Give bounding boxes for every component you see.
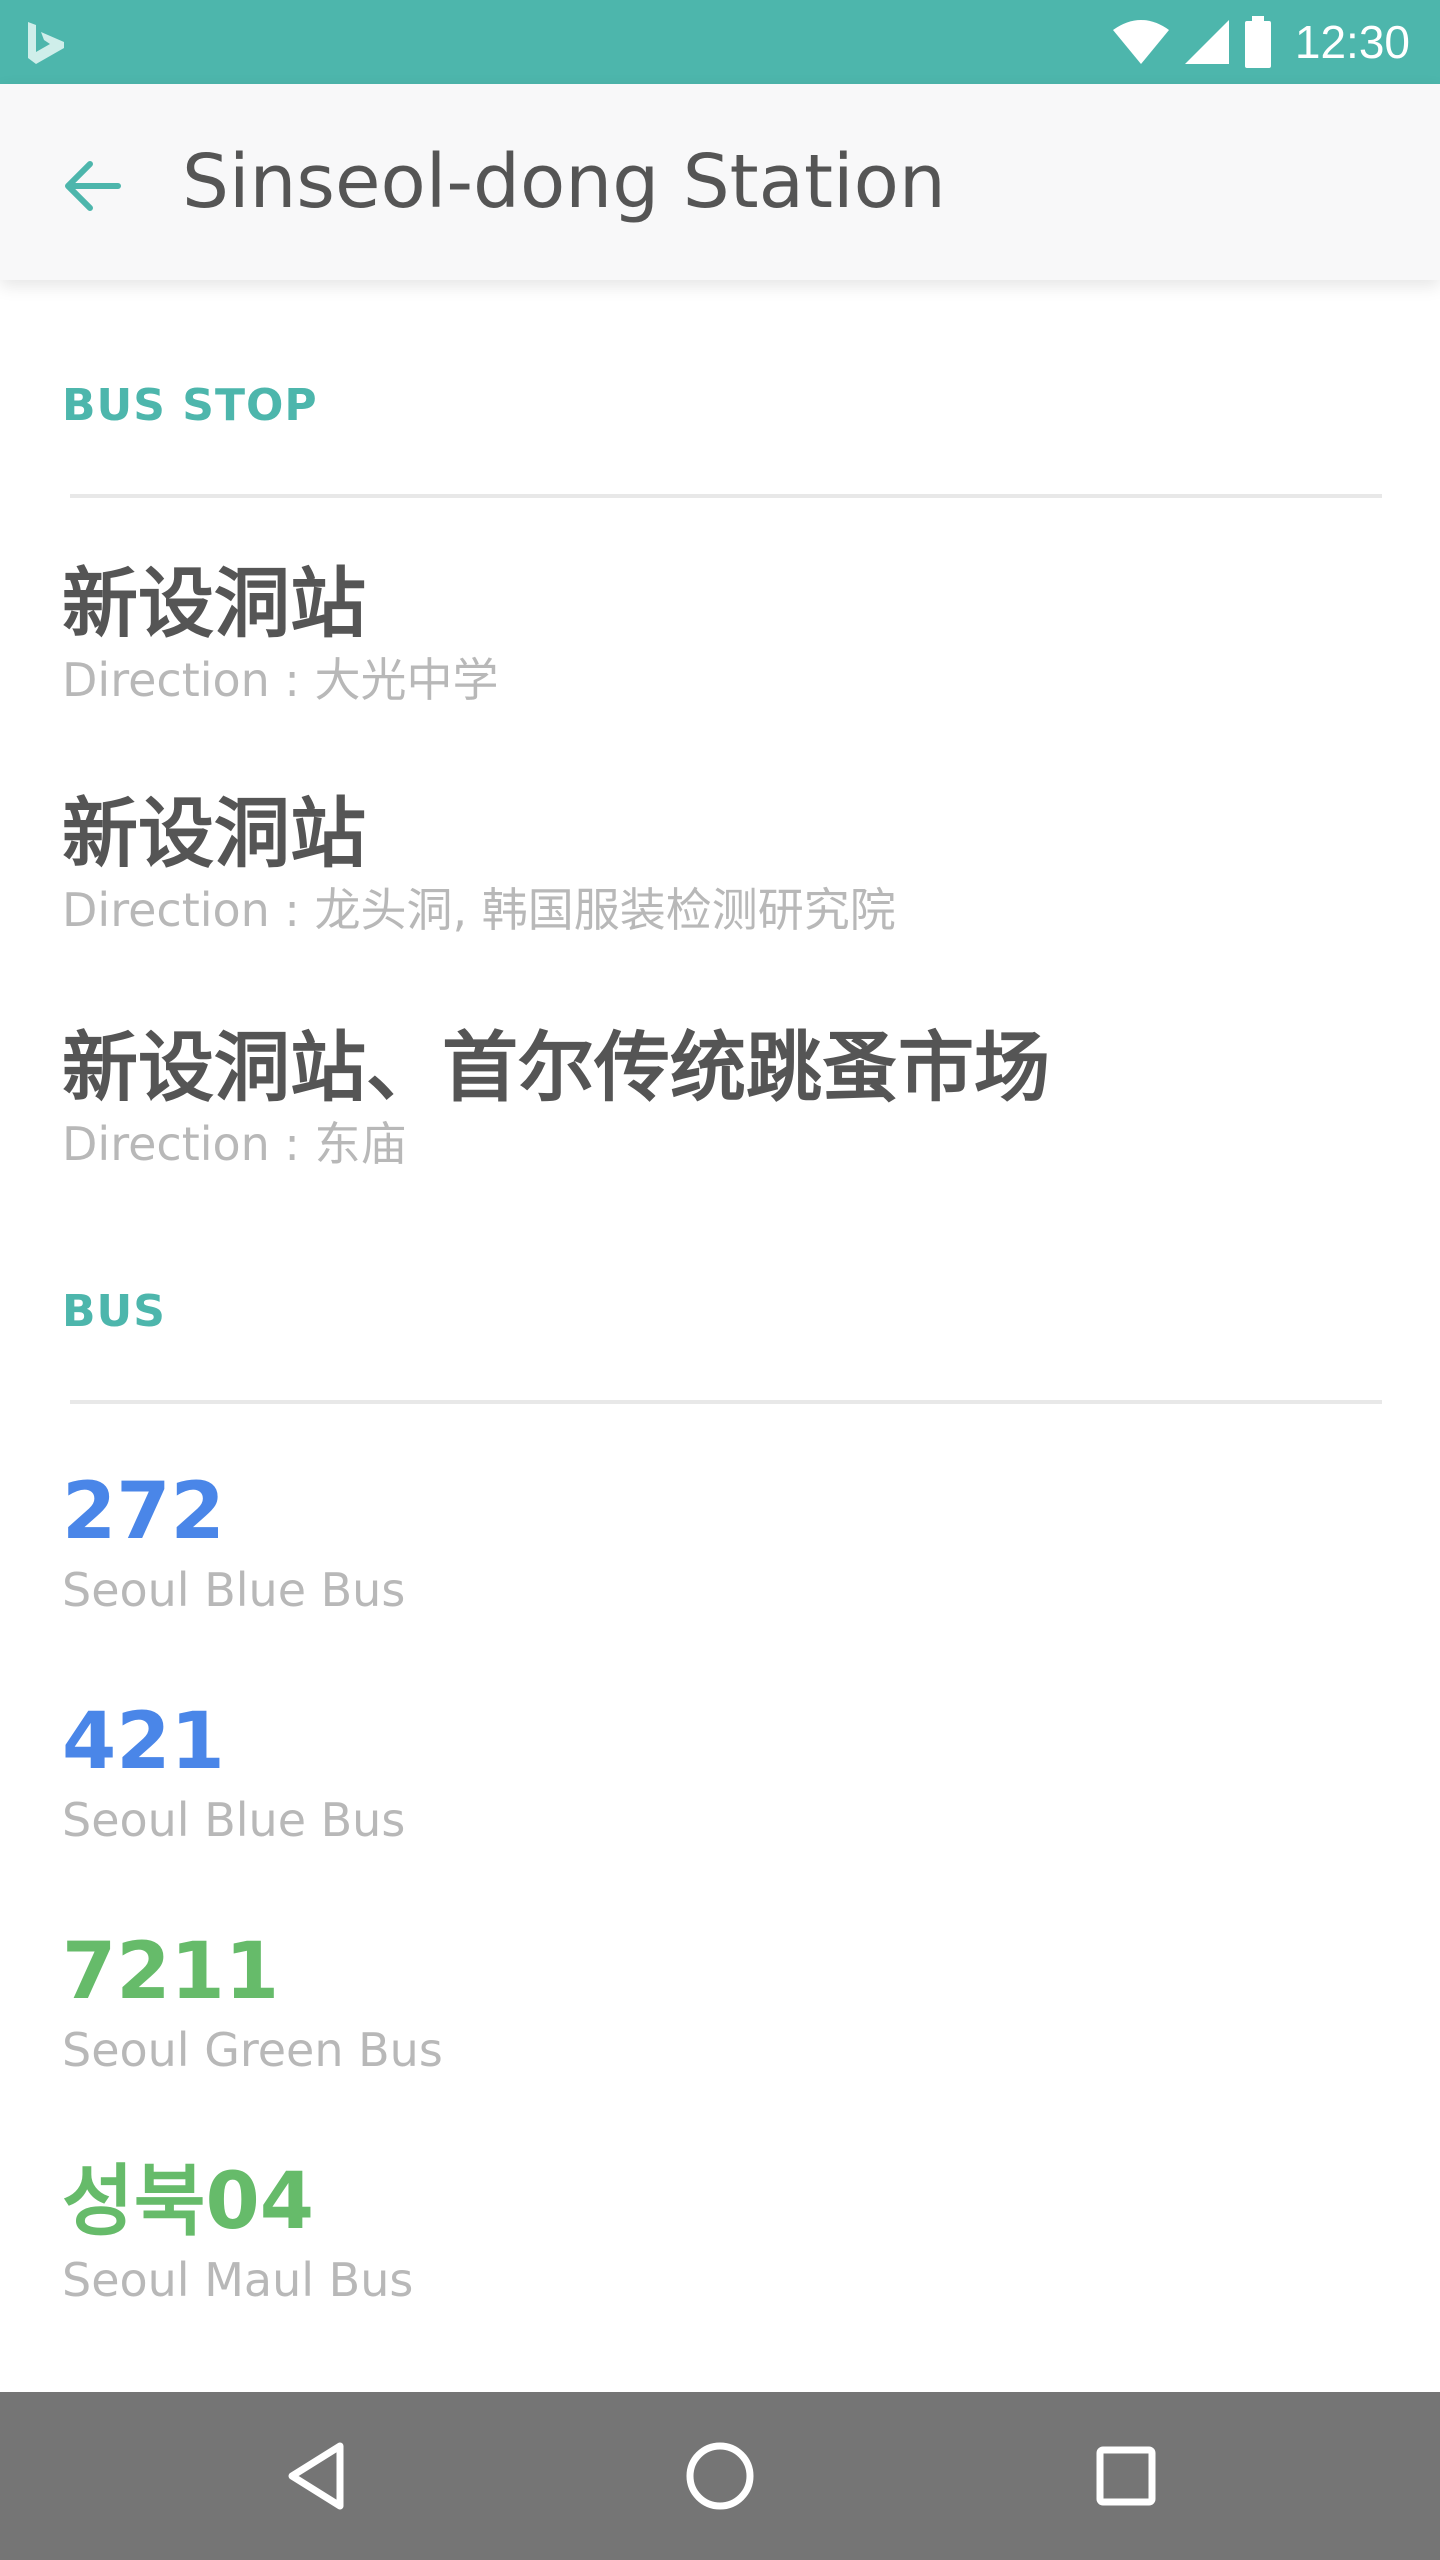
bus-stop-name: 新设洞站 [62,559,366,648]
bus-type: Seoul Maul Bus [62,2253,414,2307]
back-button[interactable] [40,134,144,238]
nav-recents-button[interactable] [1046,2392,1206,2560]
bus-type: Seoul Blue Bus [62,1793,406,1847]
page-title: Sinseol-dong Station [182,139,946,225]
system-nav-bar [0,2392,1440,2560]
wifi-icon [1112,20,1169,64]
arrow-back-icon [65,161,121,211]
bus-stop-direction: Direction : 东庙 [62,1117,407,1171]
signal-icon [1184,20,1229,64]
bus-stop-direction: Direction : 龙头洞, 韩国服装检测研究院 [62,883,896,937]
bus-item[interactable]: 421 Seoul Blue Bus [62,1694,1382,1850]
status-bar: 12:30 [0,0,1440,84]
divider [70,494,1382,498]
battery-icon [1244,16,1271,68]
nav-home-button[interactable] [640,2392,800,2560]
bus-stop-item[interactable]: 新设洞站、首尔传统跳蚤市场 Direction : 东庙 [62,1020,1382,1172]
bus-number: 성북04 [62,2157,315,2247]
status-icons: 12:30 [1111,0,1410,84]
status-time: 12:30 [1294,16,1410,68]
section-header-bus: BUS [62,1286,166,1337]
section-header-bus-stop: BUS STOP [62,380,318,431]
app-toolbar: Sinseol-dong Station [0,84,1440,280]
bus-number: 272 [62,1467,225,1557]
bus-stop-item[interactable]: 新设洞站 Direction : 龙头洞, 韩国服装检测研究院 [62,786,1382,938]
recents-square-icon [1096,2446,1156,2506]
bus-number: 7211 [62,1927,280,2017]
home-circle-icon [686,2442,754,2510]
bus-number: 421 [62,1697,225,1787]
bus-item[interactable]: 272 Seoul Blue Bus [62,1464,1382,1620]
bus-type: Seoul Green Bus [62,2023,443,2077]
bus-item[interactable]: 7211 Seoul Green Bus [62,1924,1382,2080]
bus-stop-name: 新设洞站、首尔传统跳蚤市场 [62,1023,1050,1112]
bing-logo-icon [28,22,64,64]
divider [70,1400,1382,1404]
bus-stop-name: 新设洞站 [62,789,366,878]
bus-type: Seoul Blue Bus [62,1563,406,1617]
bus-stop-item[interactable]: 新设洞站 Direction : 大光中学 [62,556,1382,708]
nav-back-button[interactable] [236,2392,396,2560]
bus-item[interactable]: 성북04 Seoul Maul Bus [62,2154,1382,2310]
bus-stop-direction: Direction : 大光中学 [62,653,499,707]
back-triangle-icon [288,2442,344,2510]
